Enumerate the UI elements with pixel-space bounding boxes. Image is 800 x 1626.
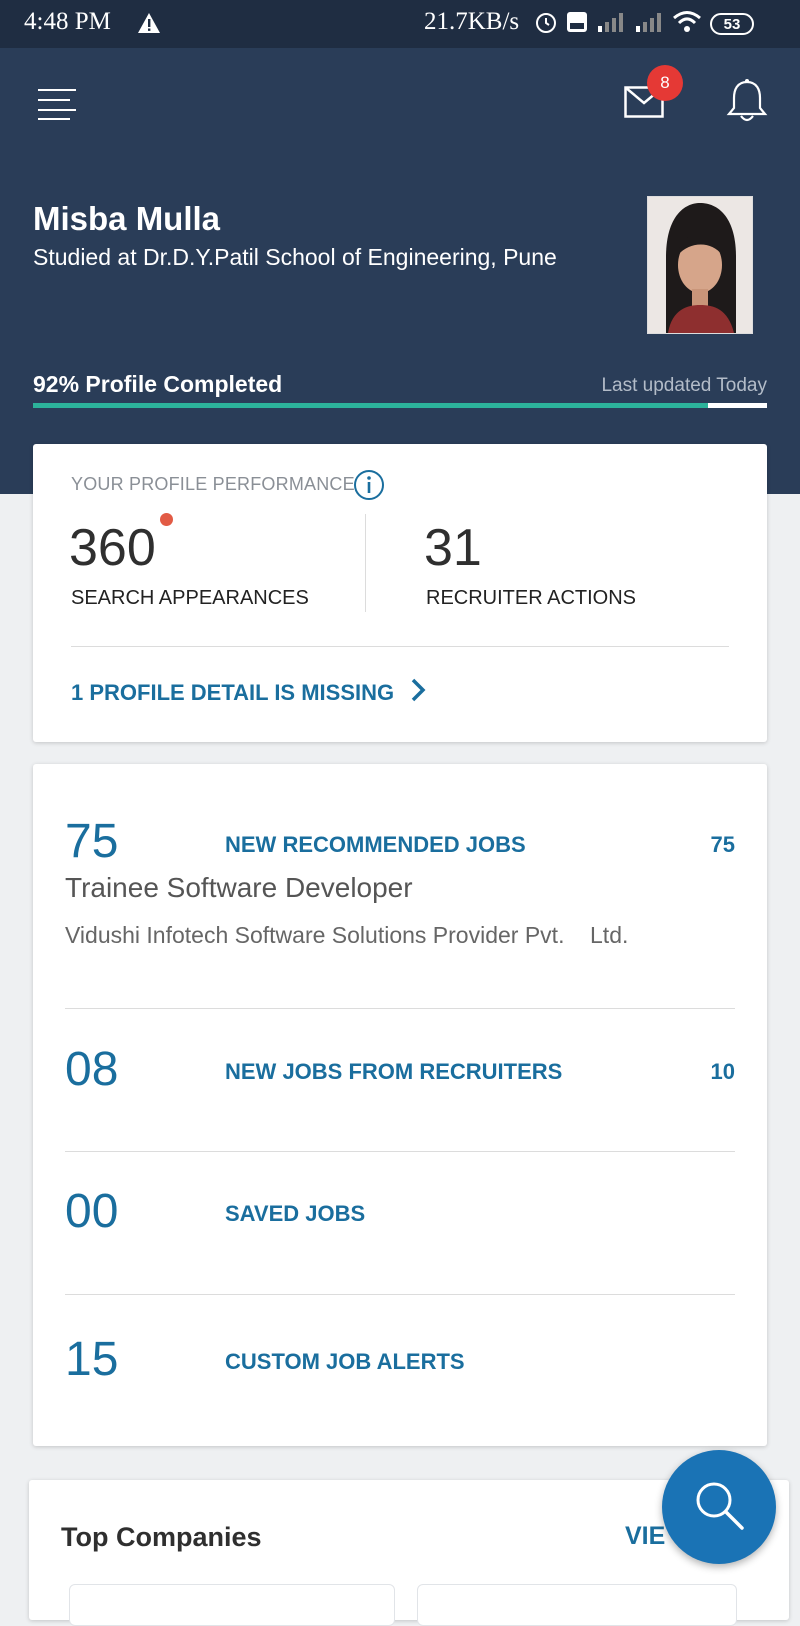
company-tile[interactable]: [417, 1584, 737, 1626]
stat-divider: [365, 514, 366, 612]
new-indicator-dot: [160, 513, 173, 526]
custom-alerts-label: CUSTOM JOB ALERTS: [225, 1349, 465, 1374]
battery-indicator: 53: [710, 13, 754, 35]
profile-completion-label: 92% Profile Completed: [33, 371, 283, 397]
chevron-right-icon: [410, 678, 426, 708]
company-tile[interactable]: [69, 1584, 395, 1626]
recruiter-jobs-row[interactable]: 08 NEW JOBS FROM RECRUITERS 10: [65, 1042, 735, 1112]
network-speed: 21.7KB/s: [424, 8, 520, 35]
signal-icon-2: [634, 11, 664, 38]
jobs-summary-card: 75 NEW RECOMMENDED JOBS 75 Trainee Softw…: [33, 764, 767, 1446]
saved-jobs-label: SAVED JOBS: [225, 1201, 366, 1226]
recommended-jobs-number: 75: [65, 815, 119, 868]
performance-title: YOUR PROFILE PERFORMANCE: [71, 474, 355, 494]
job-company: Vidushi Infotech Software Solutions Prov…: [65, 922, 629, 948]
menu-icon[interactable]: [36, 86, 78, 122]
profile-header: 8 Misba Mulla Studied at Dr.D.Y.Patil Sc…: [0, 48, 800, 494]
search-appearances-count[interactable]: 360: [69, 518, 156, 578]
top-companies-title: Top Companies: [61, 1522, 262, 1552]
saved-jobs-row[interactable]: 00 SAVED JOBS: [65, 1184, 735, 1254]
profile-performance-card: YOUR PROFILE PERFORMANCE 360 SEARCH APPE…: [33, 444, 767, 742]
search-icon: [692, 1478, 746, 1537]
mail-badge: 8: [647, 65, 683, 101]
row-divider: [65, 1294, 735, 1295]
recruiter-jobs-number: 08: [65, 1043, 119, 1096]
missing-detail-text: 1 PROFILE DETAIL IS MISSING: [71, 680, 395, 705]
profile-name: Misba Mulla: [33, 200, 221, 237]
performance-divider: [71, 646, 729, 647]
profile-education: Studied at Dr.D.Y.Patil School of Engine…: [33, 244, 557, 270]
profile-progress-bar: [33, 403, 767, 408]
signal-icon: [596, 11, 626, 38]
recruiter-jobs-count: 10: [710, 1059, 735, 1084]
bell-icon[interactable]: [726, 78, 768, 129]
avatar[interactable]: [647, 196, 753, 334]
row-divider: [65, 1008, 735, 1009]
missing-profile-detail-link[interactable]: 1 PROFILE DETAIL IS MISSING: [71, 678, 426, 708]
recruiter-jobs-label: NEW JOBS FROM RECRUITERS: [225, 1059, 563, 1084]
recommended-jobs-count: 75: [710, 832, 735, 857]
wifi-icon: [672, 10, 702, 39]
status-bar: 4:48 PM 21.7KB/s 53: [0, 0, 800, 48]
saved-jobs-number: 00: [65, 1185, 119, 1238]
row-divider: [65, 1151, 735, 1152]
recommended-jobs-row[interactable]: 75 NEW RECOMMENDED JOBS 75 Trainee Softw…: [65, 814, 735, 964]
search-appearances-label[interactable]: SEARCH APPEARANCES: [71, 587, 309, 610]
volte-icon: [566, 11, 588, 38]
search-fab[interactable]: [662, 1450, 776, 1564]
alarm-icon: [534, 10, 558, 39]
view-all-link[interactable]: VIE: [625, 1522, 665, 1551]
last-updated: Last updated Today: [601, 375, 767, 396]
custom-alerts-number: 15: [65, 1333, 119, 1386]
job-title[interactable]: Trainee Software Developer: [65, 872, 413, 904]
custom-job-alerts-row[interactable]: 15 CUSTOM JOB ALERTS: [65, 1332, 735, 1402]
warning-icon: [137, 12, 161, 39]
status-time: 4:48 PM: [24, 8, 111, 35]
recruiter-actions-count[interactable]: 31: [424, 518, 482, 578]
recruiter-actions-label[interactable]: RECRUITER ACTIONS: [426, 587, 636, 610]
profile-progress-fill: [33, 403, 709, 408]
info-icon[interactable]: [353, 469, 385, 506]
recommended-jobs-label: NEW RECOMMENDED JOBS: [225, 832, 526, 857]
